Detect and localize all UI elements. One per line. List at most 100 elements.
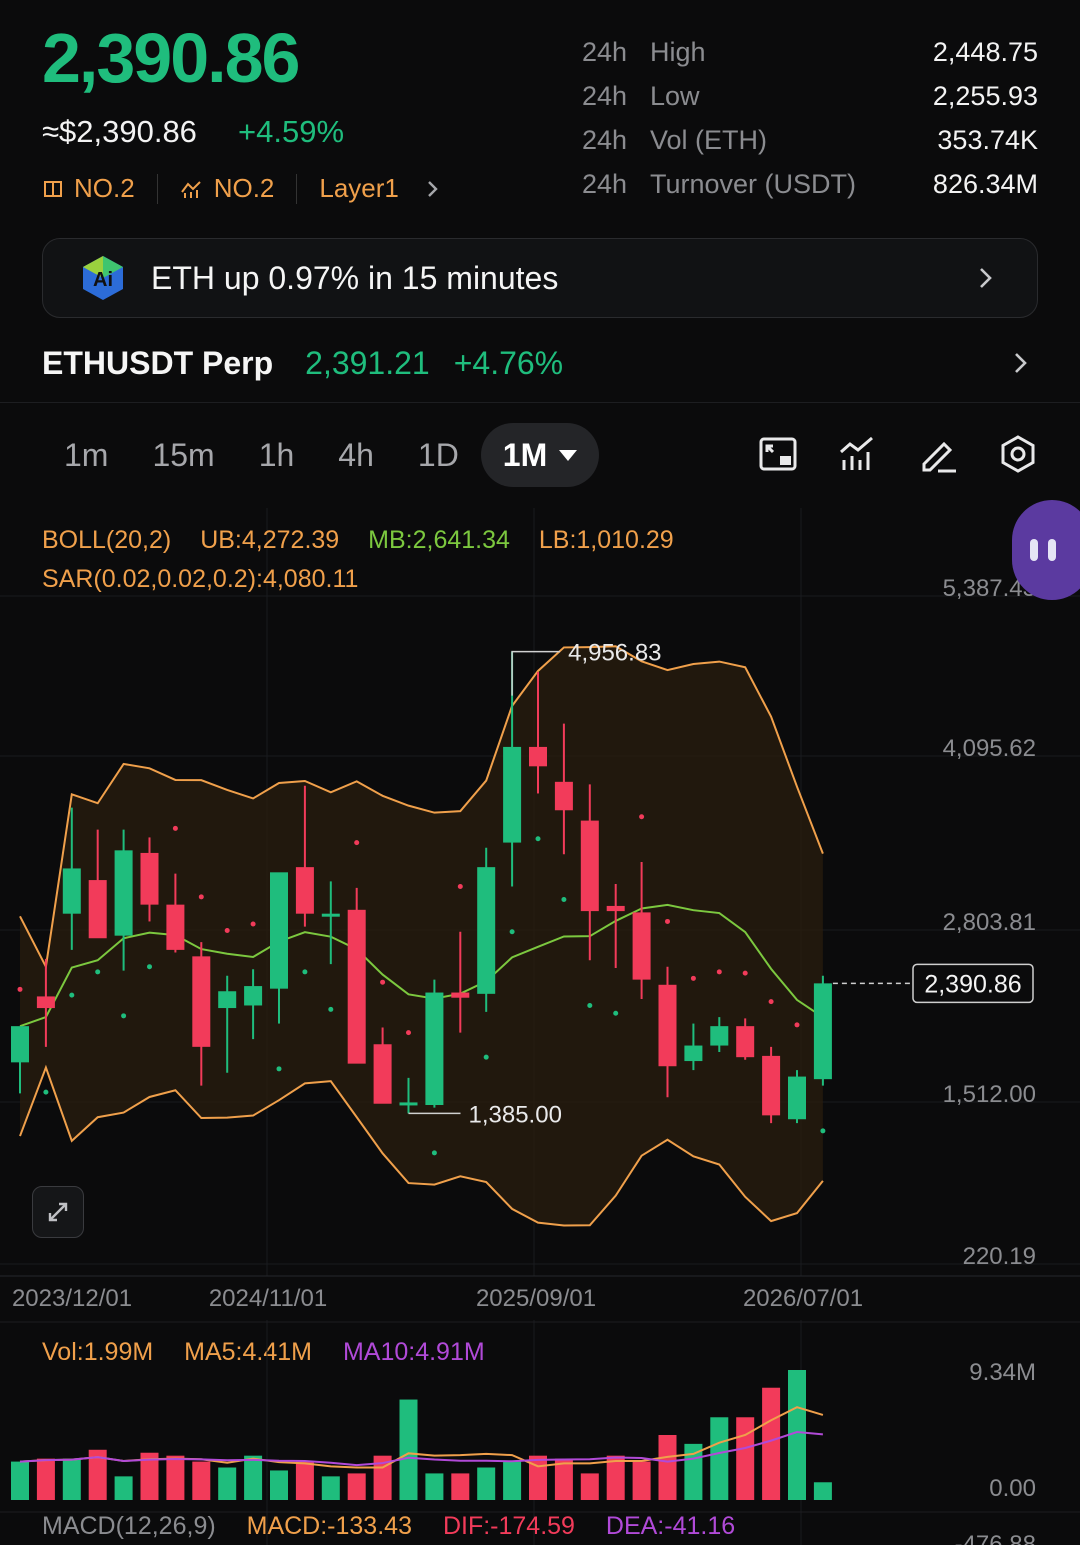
- perp-change: +4.76%: [453, 344, 564, 381]
- chevron-right-icon: [428, 180, 438, 197]
- stat-row-vol: 24h Vol (ETH) 353.74K: [582, 118, 1038, 162]
- rank-row: NO.2 NO.2 Layer1: [42, 173, 453, 204]
- candle-body: [580, 820, 599, 912]
- sar-dot: [768, 999, 774, 1005]
- volume-zero-label: 0.00: [989, 1475, 1036, 1502]
- sar-dot: [95, 969, 101, 975]
- sar-dot: [328, 1006, 334, 1012]
- last-price-label: 2,390.86: [924, 970, 1021, 998]
- sar-dot: [17, 986, 23, 992]
- chevron-right-icon: [980, 268, 992, 288]
- active-tab-label: 1M: [502, 437, 548, 473]
- tab-15m[interactable]: 15m: [130, 423, 236, 487]
- stat-period: 24h: [582, 124, 628, 155]
- chart-layout-icon[interactable]: [758, 434, 798, 474]
- interval-tabs: 1m 15m 1h 4h 1D 1M: [42, 423, 600, 487]
- volume-bar: [451, 1473, 470, 1500]
- volume-bar: [684, 1443, 703, 1500]
- perp-name: ETHUSDT Perp: [42, 344, 274, 381]
- tab-1h[interactable]: 1h: [237, 423, 317, 487]
- stat-label: Vol (ETH): [650, 124, 768, 155]
- candle-body: [373, 1044, 392, 1104]
- perp-row[interactable]: ETHUSDT Perp 2,391.21 +4.76%: [42, 340, 1038, 386]
- volume-bar: [503, 1461, 522, 1500]
- stat-row-low: 24h Low 2,255.93: [582, 74, 1038, 118]
- x-tick-label: 2026/07/01: [743, 1285, 863, 1312]
- volume-rank[interactable]: NO.2: [180, 173, 275, 204]
- sar-dot: [716, 969, 722, 975]
- volume-bar: [62, 1458, 81, 1500]
- volume-bar: [762, 1387, 781, 1500]
- boll-ub: UB:4,272.39: [200, 526, 340, 554]
- candle-body: [788, 1076, 806, 1120]
- rank-bar-icon: [44, 180, 62, 197]
- boll-mb: MB:2,641.34: [368, 526, 510, 554]
- sar-dot: [380, 979, 386, 985]
- sar-dot: [250, 921, 256, 927]
- candle-body: [166, 904, 185, 950]
- sar-dot: [354, 840, 360, 846]
- candle-body: [114, 850, 133, 936]
- tab-1m[interactable]: 1m: [42, 423, 130, 487]
- candle-body: [321, 913, 340, 917]
- sar-dot: [224, 927, 230, 933]
- candle-body: [606, 905, 625, 912]
- volume-bar: [529, 1455, 547, 1500]
- boll-header: BOLL(20,2) UB:4,272.39 MB:2,641.34 LB:1,…: [42, 526, 674, 555]
- stat-value: 2,255.93: [932, 80, 1038, 111]
- stat-value: 826.34M: [932, 168, 1038, 199]
- sar-dot: [483, 1054, 489, 1060]
- sar-dot: [431, 1150, 437, 1156]
- category-link[interactable]: Layer1: [319, 173, 453, 204]
- floating-assistant[interactable]: [1012, 500, 1080, 600]
- candle-body: [62, 868, 81, 914]
- x-tick-label: 2025/09/01: [476, 1285, 596, 1312]
- boll-band: [19, 645, 824, 1227]
- expand-icon: [48, 1202, 68, 1222]
- candle-body: [503, 746, 522, 843]
- boll-label: BOLL(20,2): [42, 526, 172, 554]
- rank2-label: NO.2: [213, 173, 275, 203]
- settings-icon[interactable]: [998, 434, 1038, 474]
- rank1-label: NO.2: [74, 173, 135, 203]
- candle-body: [88, 880, 107, 939]
- draw-icon[interactable]: [918, 434, 958, 474]
- candle-body: [710, 1026, 729, 1046]
- stat-label: Low: [650, 80, 700, 111]
- volume-bar: [114, 1476, 133, 1500]
- candle-body: [684, 1045, 703, 1062]
- candle-body: [244, 986, 263, 1006]
- market-cap-rank[interactable]: NO.2: [42, 173, 135, 204]
- x-tick-label: 2023/12/01: [12, 1285, 132, 1312]
- candle-body: [218, 991, 237, 1009]
- boll-fill: [20, 646, 823, 1226]
- tab-4h[interactable]: 4h: [316, 423, 396, 487]
- indicator-icon[interactable]: [838, 434, 878, 474]
- candlestick-chart[interactable]: 5,387.434,095.622,803.811,512.00220.1920…: [0, 508, 1080, 1318]
- volume-bar: [399, 1399, 418, 1500]
- tab-1d[interactable]: 1D: [396, 423, 481, 487]
- candle-body: [295, 867, 314, 914]
- sar-dot: [535, 836, 541, 842]
- volume-bar: [580, 1473, 599, 1500]
- fullscreen-button[interactable]: [32, 1186, 84, 1238]
- sar-dot: [561, 896, 567, 902]
- ai-alert-banner[interactable]: Ai ETH up 0.97% in 15 minutes: [42, 238, 1038, 318]
- volume-bar: [11, 1461, 29, 1500]
- caret-down-icon: [559, 449, 578, 461]
- candle-body: [11, 1026, 29, 1063]
- trend-icon: [180, 180, 201, 198]
- sar-dot: [742, 970, 748, 976]
- candle-body: [762, 1055, 781, 1116]
- macd-value: MACD:-133.43: [246, 1512, 412, 1540]
- candle-body: [347, 909, 366, 1064]
- svg-text:Ai: Ai: [93, 269, 113, 291]
- perp-price: 2,391.21: [305, 344, 430, 381]
- tab-1M-dropdown[interactable]: 1M: [480, 423, 600, 487]
- sar-dot: [820, 1128, 826, 1134]
- candle-body: [477, 867, 496, 994]
- section-divider: [0, 402, 1080, 403]
- candle-body: [192, 956, 211, 1047]
- volume-max-label: 9.34M: [969, 1359, 1036, 1386]
- ai-icon: Ai: [83, 256, 123, 300]
